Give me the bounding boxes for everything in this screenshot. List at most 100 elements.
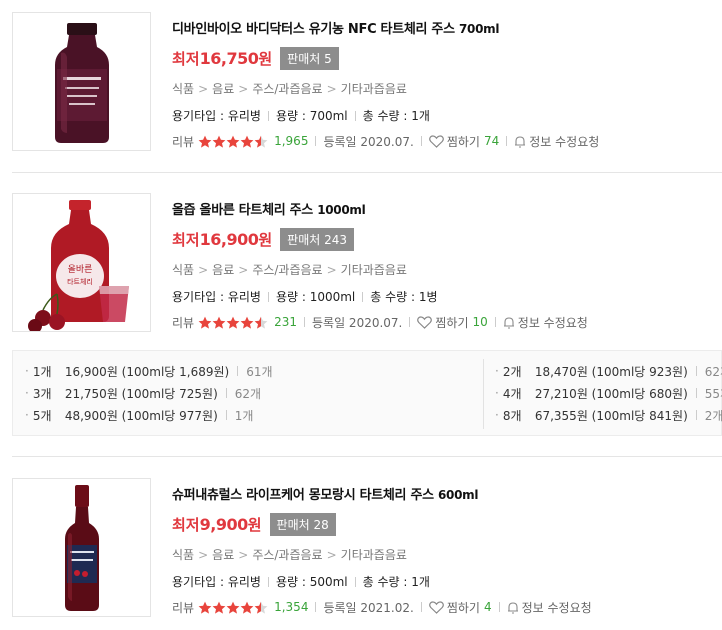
category-item[interactable]: 식품 <box>172 82 194 96</box>
product-volume[interactable]: 700ml <box>459 22 499 36</box>
product-title-text[interactable]: 슈퍼내츄럴스 라이프케어 몽모랑시 타트체리 주스 <box>172 488 434 503</box>
bundle-option[interactable]: · 8개 67,355원 (100ml당 841원) 2개 <box>495 404 722 426</box>
wish-button[interactable]: 찜하기 <box>435 314 468 331</box>
wish-button[interactable]: 찜하기 <box>447 133 480 150</box>
price-unit: 원 <box>247 515 262 534</box>
category-breadcrumb: 식품 > 음료 > 주스/과즙음료 > 기타과즙음료 <box>172 548 407 562</box>
category-item[interactable]: 음료 <box>212 82 234 96</box>
seller-count-button[interactable]: 판매처 5 <box>280 46 339 70</box>
category-item[interactable]: 주스/과즙음료 <box>252 263 322 277</box>
bundle-price: 67,355원 (100ml당 841원) <box>534 408 688 423</box>
product-image[interactable]: 올바른 타트체리 <box>12 193 151 332</box>
bell-icon <box>514 135 526 148</box>
price-row: 최저 16,900 원 판매처 243 <box>172 227 355 251</box>
seller-count-button[interactable]: 판매처 28 <box>269 512 336 536</box>
svg-text:타트체리: 타트체리 <box>67 277 93 286</box>
star-icon <box>226 316 240 329</box>
category-item[interactable]: 기타과즙음료 <box>341 548 407 562</box>
heart-icon[interactable] <box>428 600 444 614</box>
heart-icon[interactable] <box>428 134 444 148</box>
bundle-qty: 5개 <box>32 408 52 423</box>
product-title-text[interactable]: 올즙 올바른 타트체리 주스 <box>172 203 313 218</box>
wish-count: 74 <box>483 134 500 148</box>
spec-item: 용기타입 : 유리병 <box>172 290 261 304</box>
bundle-price: 21,750원 (100ml당 725원) <box>64 386 218 401</box>
divider <box>12 172 722 173</box>
lowest-price[interactable]: 16,900 <box>200 230 259 249</box>
wish-count: 10 <box>472 315 488 329</box>
category-item[interactable]: 주스/과즙음료 <box>252 82 322 96</box>
star-icon <box>212 135 226 148</box>
price-unit: 원 <box>258 230 273 249</box>
star-icon <box>240 601 254 614</box>
price-unit: 원 <box>258 49 273 68</box>
spec-item: 용기타입 : 유리병 <box>172 109 261 123</box>
category-item[interactable]: 음료 <box>212 548 234 562</box>
bundle-price: 18,470원 (100ml당 923원) <box>534 364 688 379</box>
bundle-option[interactable]: · 5개 48,900원 (100ml당 977원) 1개 <box>25 404 273 426</box>
product-title[interactable]: 슈퍼내츄럴스 라이프케어 몽모랑시 타트체리 주스 600ml <box>172 484 478 503</box>
bundle-qty: 3개 <box>32 386 52 401</box>
star-icon <box>212 601 226 614</box>
product-title[interactable]: 디바인바이오 바디닥터스 유기농 NFC 타트체리 주스 700ml <box>172 18 499 37</box>
bundle-option[interactable]: ·2개18,470원 (100ml당 923원)62개 <box>495 360 722 382</box>
star-icon <box>212 316 226 329</box>
star-icon <box>198 601 212 614</box>
bundle-count: 62개 <box>234 386 262 401</box>
star-icon <box>254 601 268 614</box>
registered-date: 등록일 2020.07. <box>323 134 414 149</box>
category-item[interactable]: 식품 <box>172 548 194 562</box>
registered-date: 등록일 2020.07. <box>312 315 403 330</box>
edit-request-link[interactable]: 정보 수정요청 <box>518 314 588 331</box>
bundle-price: 27,210원 (100ml당 680원) <box>534 386 688 401</box>
product-volume[interactable]: 1000ml <box>317 203 366 217</box>
bell-icon <box>503 316 515 329</box>
category-item[interactable]: 기타과즙음료 <box>341 82 407 96</box>
price-label: 최저 <box>172 515 200 534</box>
bundle-qty: 8개 <box>502 408 522 423</box>
review-count[interactable]: 1,965 <box>274 134 308 148</box>
spec-item: 총 수량 : 1개 <box>362 109 430 123</box>
star-icon <box>254 135 268 148</box>
bundle-qty: 4개 <box>502 386 522 401</box>
bundle-column-right: ·2개18,470원 (100ml당 923원)62개 ·4개27,210원 (… <box>495 360 722 426</box>
price-row: 최저 9,900 원 판매처 28 <box>172 512 336 536</box>
wish-button[interactable]: 찜하기 <box>447 599 480 616</box>
product-title[interactable]: 올즙 올바른 타트체리 주스 1000ml <box>172 199 366 218</box>
edit-request-link[interactable]: 정보 수정요청 <box>522 599 592 616</box>
product-volume[interactable]: 600ml <box>438 488 478 502</box>
bundle-option[interactable]: · 3개 21,750원 (100ml당 725원) 62개 <box>25 382 273 404</box>
product-image[interactable] <box>12 12 151 151</box>
category-breadcrumb: 식품 > 음료 > 주스/과즙음료 > 기타과즙음료 <box>172 82 407 96</box>
category-breadcrumb: 식품 > 음료 > 주스/과즙음료 > 기타과즙음료 <box>172 263 407 277</box>
review-count[interactable]: 231 <box>274 315 297 329</box>
bundle-qty: 1개 <box>32 364 52 379</box>
edit-request-link[interactable]: 정보 수정요청 <box>529 133 599 150</box>
category-item[interactable]: 기타과즙음료 <box>341 263 407 277</box>
heart-icon[interactable] <box>417 315 433 329</box>
bundle-price: 48,900원 (100ml당 977원) <box>64 408 218 423</box>
category-item[interactable]: 음료 <box>212 263 234 277</box>
product-title-text[interactable]: 디바인바이오 바디닥터스 유기농 NFC 타트체리 주스 <box>172 22 455 37</box>
price-row: 최저 16,750 원 판매처 5 <box>172 46 339 70</box>
product-image[interactable] <box>12 478 151 617</box>
lowest-price[interactable]: 16,750 <box>200 49 259 68</box>
seller-count-button[interactable]: 판매처 243 <box>280 227 355 251</box>
bundle-options-panel: · 1개 16,900원 (100ml당 1,689원) 61개 · 3개 21,750원… <box>12 350 722 436</box>
bundle-column-left: · 1개 16,900원 (100ml당 1,689원) 61개 · 3개 21,750원… <box>25 360 273 426</box>
category-item[interactable]: 식품 <box>172 263 194 277</box>
divider <box>12 456 722 457</box>
bundle-option[interactable]: ·4개27,210원 (100ml당 680원)55개 <box>495 382 722 404</box>
review-label: 리뷰 <box>172 315 195 330</box>
bundle-price: 16,900원 (100ml당 1,689원) <box>64 364 230 379</box>
lowest-price[interactable]: 9,900 <box>200 515 249 534</box>
category-item[interactable]: 주스/과즙음료 <box>252 548 322 562</box>
bundle-count: 2개 <box>704 408 722 423</box>
review-count[interactable]: 1,354 <box>274 600 308 614</box>
bell-icon <box>507 601 519 614</box>
bundle-option[interactable]: · 1개 16,900원 (100ml당 1,689원) 61개 <box>25 360 273 382</box>
meta-row: 리뷰 1,965 등록일 2020.07. 찜하기 74 정보 수정요청 <box>172 133 599 149</box>
star-icon <box>198 316 212 329</box>
spec-item: 총 수량 : 1병 <box>370 290 438 304</box>
bundle-qty: 2개 <box>502 364 522 379</box>
